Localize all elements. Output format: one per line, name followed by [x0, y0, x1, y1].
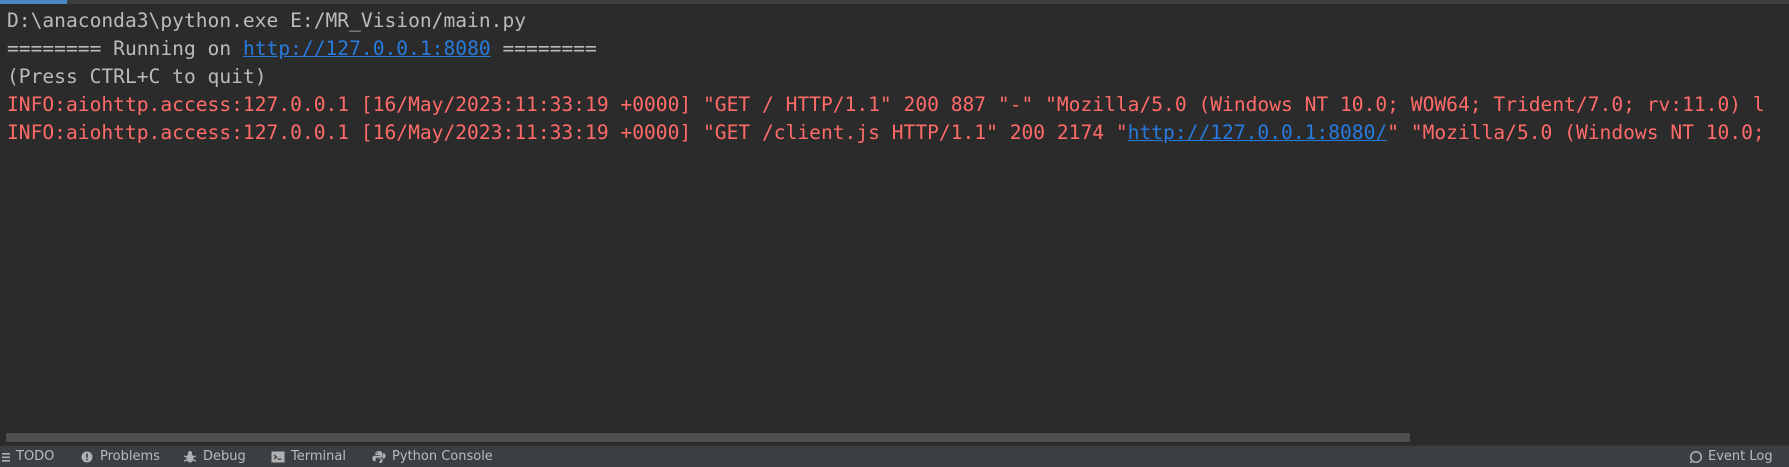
console-output[interactable]: D:\anaconda3\python.exe E:/MR_Vision/mai… [0, 4, 1789, 431]
tool-tab-label: Problems [100, 449, 160, 464]
console-line-running-suffix: ======== [490, 37, 597, 60]
tool-tab-debug[interactable]: Debug [183, 446, 246, 467]
list-icon [2, 450, 12, 464]
event-log-button[interactable]: Event Log [1689, 446, 1773, 467]
warning-circle-icon [80, 450, 94, 464]
tool-tab-label: Debug [203, 449, 246, 464]
tool-tab-problems[interactable]: Problems [80, 446, 160, 467]
console-log-line-suffix: " "Mozilla/5.0 (Windows NT 10.0; [1387, 121, 1765, 144]
terminal-icon [271, 450, 285, 464]
tool-tab-label: Python Console [392, 449, 493, 464]
event-log-label: Event Log [1708, 449, 1773, 464]
console-log-line-prefix: INFO:aiohttp.access:127.0.0.1 [16/May/20… [7, 121, 1128, 144]
bug-icon [183, 450, 197, 464]
tool-tab-python-console[interactable]: Python Console [372, 446, 493, 467]
server-url-link[interactable]: http://127.0.0.1:8080 [243, 37, 491, 60]
tool-tab-terminal[interactable]: Terminal [271, 446, 346, 467]
horizontal-scrollbar-thumb[interactable] [6, 433, 1410, 442]
search-icon [1689, 450, 1703, 464]
tool-tab-label: TODO [16, 449, 55, 464]
referrer-url-link[interactable]: http://127.0.0.1:8080/ [1128, 121, 1388, 144]
horizontal-scrollbar[interactable] [0, 431, 1789, 443]
console-log-line: INFO:aiohttp.access:127.0.0.1 [16/May/20… [7, 117, 1765, 149]
python-icon [372, 450, 386, 464]
tool-window-bar: TODO Problems Debug Terminal Python Cons… [0, 445, 1789, 467]
tool-tab-label: Terminal [291, 449, 346, 464]
tool-tab-todo[interactable]: TODO [2, 446, 54, 467]
console-line-running-prefix: ======== Running on [7, 37, 243, 60]
